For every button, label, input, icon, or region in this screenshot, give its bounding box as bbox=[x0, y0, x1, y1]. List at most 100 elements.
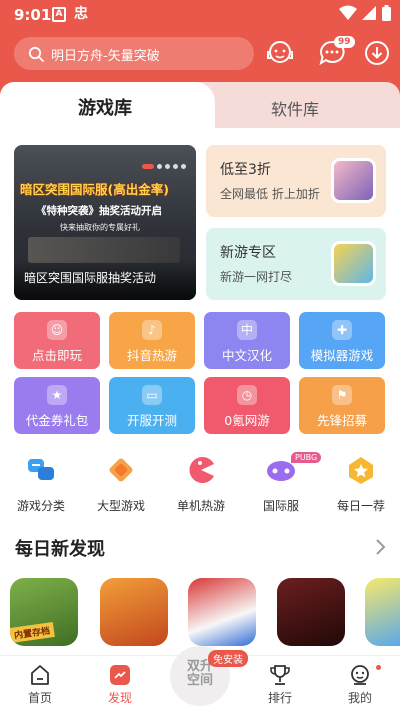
carousel-dot bbox=[173, 164, 178, 169]
search-bar[interactable]: 明日方舟-矢量突破 bbox=[14, 37, 254, 70]
message-badge: 99 bbox=[334, 36, 355, 48]
feature-server-open[interactable]: ▭ 开服开测 bbox=[109, 377, 195, 434]
daily-app-1[interactable]: 内置存档 bbox=[10, 578, 78, 646]
feature-instant-play[interactable]: ☺ 点击即玩 bbox=[14, 312, 100, 369]
daily-app-4[interactable] bbox=[277, 578, 345, 646]
feature-label: 抖音热游 bbox=[126, 348, 177, 363]
nav-ranking[interactable]: 排行 bbox=[245, 656, 315, 711]
tab-game-label: 游戏库 bbox=[78, 98, 132, 119]
daily-app-5[interactable] bbox=[365, 578, 400, 646]
feature-zero-pay[interactable]: ◷ 0氪网游 bbox=[204, 377, 290, 434]
profile-icon bbox=[349, 664, 371, 686]
gamepad-icon: ✚ bbox=[332, 320, 352, 340]
category-icon bbox=[26, 455, 56, 485]
category-daily-pick[interactable]: 每日一荐 bbox=[322, 455, 398, 515]
clock-icon: ◷ bbox=[237, 385, 257, 405]
app-tag: 内置存档 bbox=[10, 622, 55, 643]
feature-label: 0氪网游 bbox=[224, 413, 270, 428]
tab-software-label: 软件库 bbox=[270, 100, 319, 119]
promo-discount-subtitle: 全网最低 折上加折 bbox=[220, 187, 320, 201]
nav-discover[interactable]: 发现 bbox=[85, 656, 155, 711]
category-game-classify[interactable]: 游戏分类 bbox=[2, 455, 78, 515]
gift-icon: ★ bbox=[47, 385, 67, 405]
chevron-right-icon[interactable] bbox=[374, 538, 386, 560]
flag-icon: ⚑ bbox=[332, 385, 352, 405]
banner-caption: 暗区突围国际服抽奖活动 bbox=[24, 271, 157, 285]
pacman-icon bbox=[186, 455, 216, 485]
music-note-icon: ♪ bbox=[142, 320, 162, 340]
category-label: 每日一荐 bbox=[336, 499, 385, 513]
star-medal-icon bbox=[346, 455, 376, 485]
section-title: 每日新发现 bbox=[15, 539, 105, 560]
nav-home[interactable]: 首页 bbox=[5, 656, 75, 711]
trophy-icon bbox=[269, 664, 291, 686]
wifi-icon bbox=[339, 5, 357, 25]
pubg-badge: PUBG bbox=[291, 452, 322, 463]
status-time: 9:01 bbox=[14, 6, 52, 24]
promo-discount-thumbnail bbox=[331, 158, 376, 203]
carousel-dot bbox=[142, 164, 154, 169]
carousel-dot bbox=[157, 164, 162, 169]
bottom-nav: 首页 发现 双升 空间 免安装 排行 我的 bbox=[0, 646, 400, 711]
carousel-dot bbox=[165, 164, 170, 169]
home-icon bbox=[29, 664, 51, 686]
feature-emulator-games[interactable]: ✚ 模拟器游戏 bbox=[299, 312, 385, 369]
server-icon: ▭ bbox=[142, 385, 162, 405]
carousel-dot bbox=[181, 164, 186, 169]
promo-new-games-thumbnail bbox=[331, 241, 376, 286]
category-international[interactable]: 国际服 bbox=[242, 455, 318, 515]
promo-banner[interactable]: 暗区突围国际服(高出金率) 《特种突袭》抽奖活动开启 快来抽取你的专属好礼 暗区… bbox=[14, 145, 196, 300]
signal-icon bbox=[360, 5, 376, 25]
notification-app-icon: 忠 bbox=[74, 6, 88, 22]
banner-headline: 暗区突围国际服(高出金率) bbox=[20, 182, 169, 197]
daily-app-3[interactable] bbox=[188, 578, 256, 646]
feature-chinese-localized[interactable]: 中 中文汉化 bbox=[204, 312, 290, 369]
search-icon bbox=[28, 46, 44, 66]
category-label: 游戏分类 bbox=[16, 499, 65, 513]
nav-space-line2: 空间 bbox=[186, 673, 213, 688]
category-label: 国际服 bbox=[262, 499, 299, 513]
discover-icon bbox=[109, 664, 131, 686]
feature-label: 先锋招募 bbox=[316, 413, 367, 428]
promo-new-games-subtitle: 新游一网打尽 bbox=[220, 270, 293, 284]
banner-tagline: 快来抽取你的专属好礼 bbox=[60, 223, 140, 232]
banner-subline: 《特种突袭》抽奖活动开启 bbox=[36, 205, 162, 217]
nav-label: 发现 bbox=[107, 691, 132, 705]
library-tabs: 软件库 游戏库 bbox=[0, 82, 400, 128]
feature-label: 模拟器游戏 bbox=[310, 348, 374, 363]
category-label: 大型游戏 bbox=[96, 499, 145, 513]
download-icon[interactable] bbox=[362, 38, 392, 68]
tab-software-library[interactable]: 软件库 bbox=[195, 82, 400, 128]
banner-caption-bg: 暗区突围国际服抽奖活动 bbox=[14, 260, 196, 300]
carousel-dots bbox=[139, 154, 186, 173]
category-label: 单机热游 bbox=[176, 499, 225, 513]
feature-label: 点击即玩 bbox=[31, 348, 82, 363]
category-large-games[interactable]: 大型游戏 bbox=[82, 455, 158, 515]
puzzle-icon bbox=[106, 455, 136, 485]
promo-discount-title: 低至3折 bbox=[220, 162, 271, 178]
battery-icon bbox=[382, 5, 391, 25]
nav-label: 我的 bbox=[347, 691, 372, 705]
promo-new-games-card[interactable]: 新游专区 新游一网打尽 bbox=[206, 228, 386, 300]
daily-app-2[interactable] bbox=[100, 578, 168, 646]
profile-notification-dot bbox=[376, 665, 381, 670]
tab-game-library[interactable]: 游戏库 bbox=[0, 82, 215, 128]
customer-service-icon[interactable] bbox=[265, 38, 295, 68]
notification-a-icon: A bbox=[52, 7, 66, 22]
nav-label: 首页 bbox=[27, 691, 52, 705]
ghost-icon: ☺ bbox=[47, 320, 67, 340]
chinese-char-icon: 中 bbox=[237, 320, 257, 340]
feature-voucher-gift[interactable]: ★ 代金券礼包 bbox=[14, 377, 100, 434]
feature-label: 代金券礼包 bbox=[25, 413, 89, 428]
search-input[interactable]: 明日方舟-矢量突破 bbox=[51, 45, 160, 64]
feature-label: 开服开测 bbox=[126, 413, 177, 428]
nav-profile[interactable]: 我的 bbox=[325, 656, 395, 711]
category-single-player[interactable]: 单机热游 bbox=[162, 455, 238, 515]
free-install-badge: 免安装 bbox=[208, 650, 248, 667]
promo-new-games-title: 新游专区 bbox=[220, 245, 276, 261]
promo-discount-card[interactable]: 低至3折 全网最低 折上加折 bbox=[206, 145, 386, 217]
feature-douyin-hot[interactable]: ♪ 抖音热游 bbox=[109, 312, 195, 369]
feature-label: 中文汉化 bbox=[221, 348, 272, 363]
nav-label: 排行 bbox=[267, 691, 292, 705]
feature-pioneer-recruit[interactable]: ⚑ 先锋招募 bbox=[299, 377, 385, 434]
